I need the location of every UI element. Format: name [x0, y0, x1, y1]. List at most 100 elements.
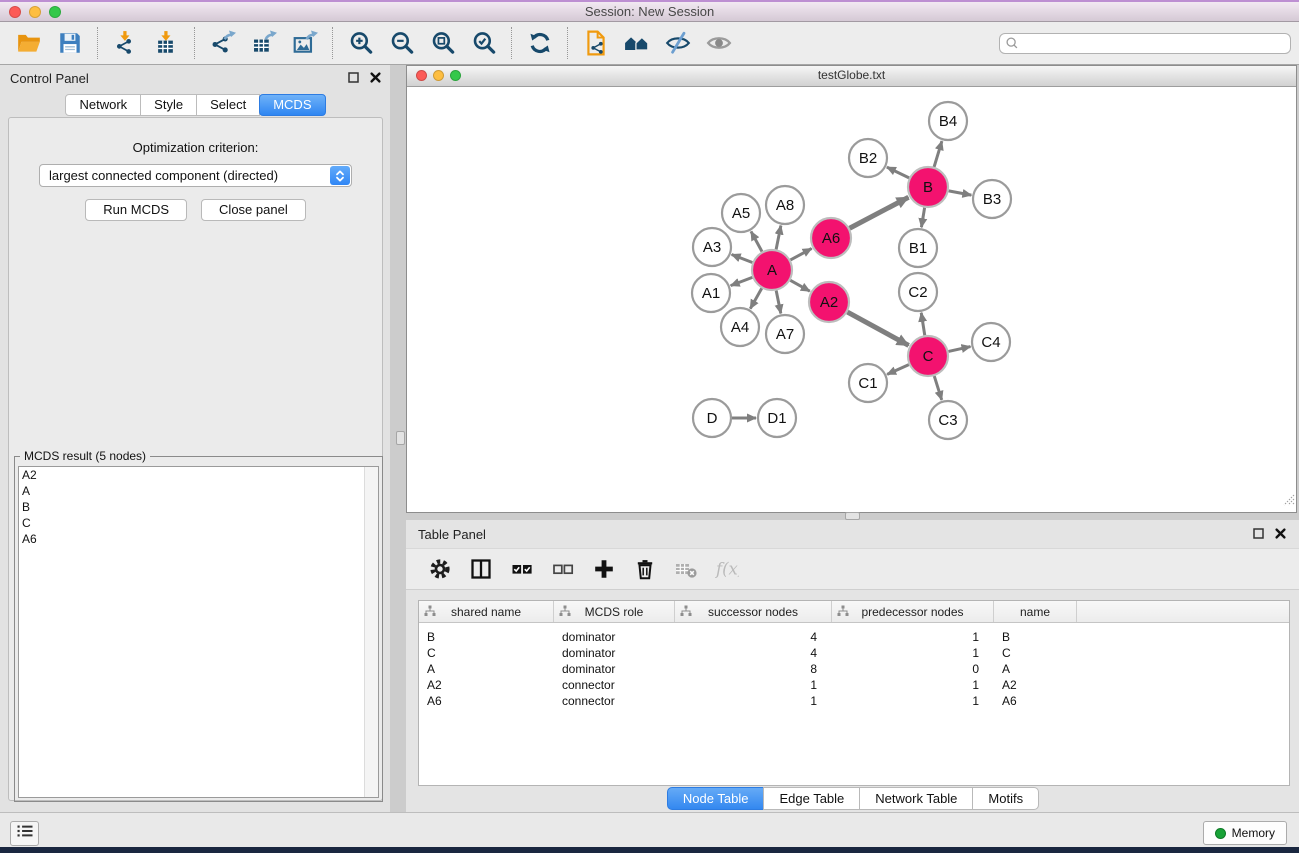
panel-menu-button[interactable]	[10, 821, 39, 846]
graph-node-C2[interactable]: C2	[899, 273, 937, 311]
network-canvas[interactable]: AA1A2A3A4A5A6A7A8BB1B2B3B4CC1C2C3C4DD1	[407, 86, 1296, 512]
toolbar-export-table-button[interactable]	[243, 25, 284, 61]
graph-edge-A2-C[interactable]	[847, 312, 908, 345]
graph-edge-A-A1[interactable]	[731, 277, 753, 285]
graph-node-B[interactable]: B	[908, 167, 948, 207]
table-cell[interactable]: 0	[832, 662, 994, 676]
result-item[interactable]: A2	[19, 467, 378, 483]
graph-node-B3[interactable]: B3	[973, 180, 1011, 218]
close-panel-button[interactable]: Close panel	[201, 199, 306, 221]
close-window-button[interactable]	[9, 6, 21, 18]
table-cell[interactable]: 1	[832, 694, 994, 708]
graph-edge-A-A2[interactable]	[790, 280, 810, 291]
graph-node-A1[interactable]: A1	[692, 274, 730, 312]
tab-motifs[interactable]: Motifs	[972, 787, 1039, 810]
graph-node-C[interactable]: C	[908, 336, 948, 376]
table-toolbar-clear-selection-button[interactable]	[549, 555, 577, 583]
tab-network[interactable]: Network	[65, 94, 141, 116]
result-item[interactable]: B	[19, 499, 378, 515]
graph-node-A3[interactable]: A3	[693, 228, 731, 266]
table-cell[interactable]: 1	[675, 694, 832, 708]
graph-node-A[interactable]: A	[752, 250, 792, 290]
graph-node-C3[interactable]: C3	[929, 401, 967, 439]
resize-grip-icon[interactable]	[1281, 492, 1295, 511]
table-cell[interactable]: connector	[554, 678, 675, 692]
table-cell[interactable]: C	[994, 646, 1077, 660]
table-cell[interactable]: dominator	[554, 662, 675, 676]
column-header-shared-name[interactable]: shared name	[419, 601, 554, 622]
network-zoom-button[interactable]	[450, 70, 461, 81]
toolbar-export-network-button[interactable]	[202, 25, 243, 61]
mcds-result-list[interactable]: A2ABCA6	[18, 466, 379, 798]
tab-mcds[interactable]: MCDS	[259, 94, 325, 116]
graph-edge-A-A5[interactable]	[751, 231, 762, 251]
zoom-window-button[interactable]	[49, 6, 61, 18]
run-mcds-button[interactable]: Run MCDS	[85, 199, 187, 221]
graph-edge-C-C3[interactable]	[934, 376, 941, 400]
table-toolbar-add-row-button[interactable]	[590, 555, 618, 583]
toolbar-export-image-button[interactable]	[284, 25, 325, 61]
toolbar-zoom-out-button[interactable]	[381, 25, 422, 61]
table-cell[interactable]: 1	[832, 678, 994, 692]
graph-edge-A-A6[interactable]	[790, 248, 811, 259]
graph-edge-A-A8[interactable]	[776, 226, 781, 250]
network-window-titlebar[interactable]: testGlobe.txt	[407, 66, 1296, 87]
graph-edge-C-C1[interactable]	[887, 365, 909, 375]
result-scrollbar[interactable]	[364, 467, 378, 797]
table-cell[interactable]: B	[419, 630, 554, 644]
table-cell[interactable]: A6	[419, 694, 554, 708]
toolbar-zoom-selected-button[interactable]	[463, 25, 504, 61]
horizontal-split-handle[interactable]	[845, 512, 860, 520]
graph-node-B1[interactable]: B1	[899, 229, 937, 267]
graph-node-A5[interactable]: A5	[722, 194, 760, 232]
column-header-successor-nodes[interactable]: successor nodes	[675, 601, 832, 622]
close-table-panel-icon[interactable]	[1274, 527, 1287, 540]
tab-edge-table[interactable]: Edge Table	[763, 787, 860, 810]
graph-node-B2[interactable]: B2	[849, 139, 887, 177]
result-item[interactable]: A6	[19, 531, 378, 547]
table-cell[interactable]: A6	[994, 694, 1077, 708]
toolbar-show-panels-button[interactable]	[616, 25, 657, 61]
column-header-predecessor-nodes[interactable]: predecessor nodes	[832, 601, 994, 622]
table-row[interactable]: A6connector11A6	[419, 693, 1289, 709]
table-cell[interactable]: dominator	[554, 646, 675, 660]
toolbar-import-network-button[interactable]	[105, 25, 146, 61]
table-cell[interactable]: 1	[832, 646, 994, 660]
table-cell[interactable]: A2	[419, 678, 554, 692]
column-header-MCDS-role[interactable]: MCDS role	[554, 601, 675, 622]
table-cell[interactable]: 1	[832, 630, 994, 644]
table-cell[interactable]: A	[994, 662, 1077, 676]
minimize-window-button[interactable]	[29, 6, 41, 18]
float-table-panel-icon[interactable]	[1252, 527, 1265, 540]
table-cell[interactable]: 8	[675, 662, 832, 676]
graph-edge-A-A4[interactable]	[750, 288, 761, 308]
table-cell[interactable]: 4	[675, 630, 832, 644]
table-cell[interactable]: connector	[554, 694, 675, 708]
table-cell[interactable]: 1	[675, 678, 832, 692]
table-cell[interactable]: dominator	[554, 630, 675, 644]
column-header-name[interactable]: name	[994, 601, 1077, 622]
graph-node-B4[interactable]: B4	[929, 102, 967, 140]
table-cell[interactable]: C	[419, 646, 554, 660]
table-cell[interactable]: 4	[675, 646, 832, 660]
graph-edge-B-B1[interactable]	[921, 208, 924, 228]
table-row[interactable]: Cdominator41C	[419, 645, 1289, 661]
graph-edge-B-B2[interactable]	[887, 167, 909, 178]
tab-network-table[interactable]: Network Table	[859, 787, 973, 810]
graph-edge-C-C4[interactable]	[948, 347, 970, 352]
graph-node-D1[interactable]: D1	[758, 399, 796, 437]
graph-node-A2[interactable]: A2	[809, 282, 849, 322]
graph-node-A4[interactable]: A4	[721, 308, 759, 346]
toolbar-open-session-button[interactable]	[8, 25, 49, 61]
graph-node-D[interactable]: D	[693, 399, 731, 437]
search-input[interactable]	[1019, 35, 1285, 51]
graph-edge-A6-B[interactable]	[850, 197, 909, 228]
graph-node-A7[interactable]: A7	[766, 315, 804, 353]
table-row[interactable]: A2connector11A2	[419, 677, 1289, 693]
toolbar-apply-layout-button[interactable]	[519, 25, 560, 61]
toolbar-zoom-fit-button[interactable]	[422, 25, 463, 61]
graph-edge-A-A3[interactable]	[732, 255, 753, 263]
float-panel-icon[interactable]	[347, 71, 360, 84]
vertical-split-handle[interactable]	[396, 431, 405, 445]
table-row[interactable]: Adominator80A	[419, 661, 1289, 677]
